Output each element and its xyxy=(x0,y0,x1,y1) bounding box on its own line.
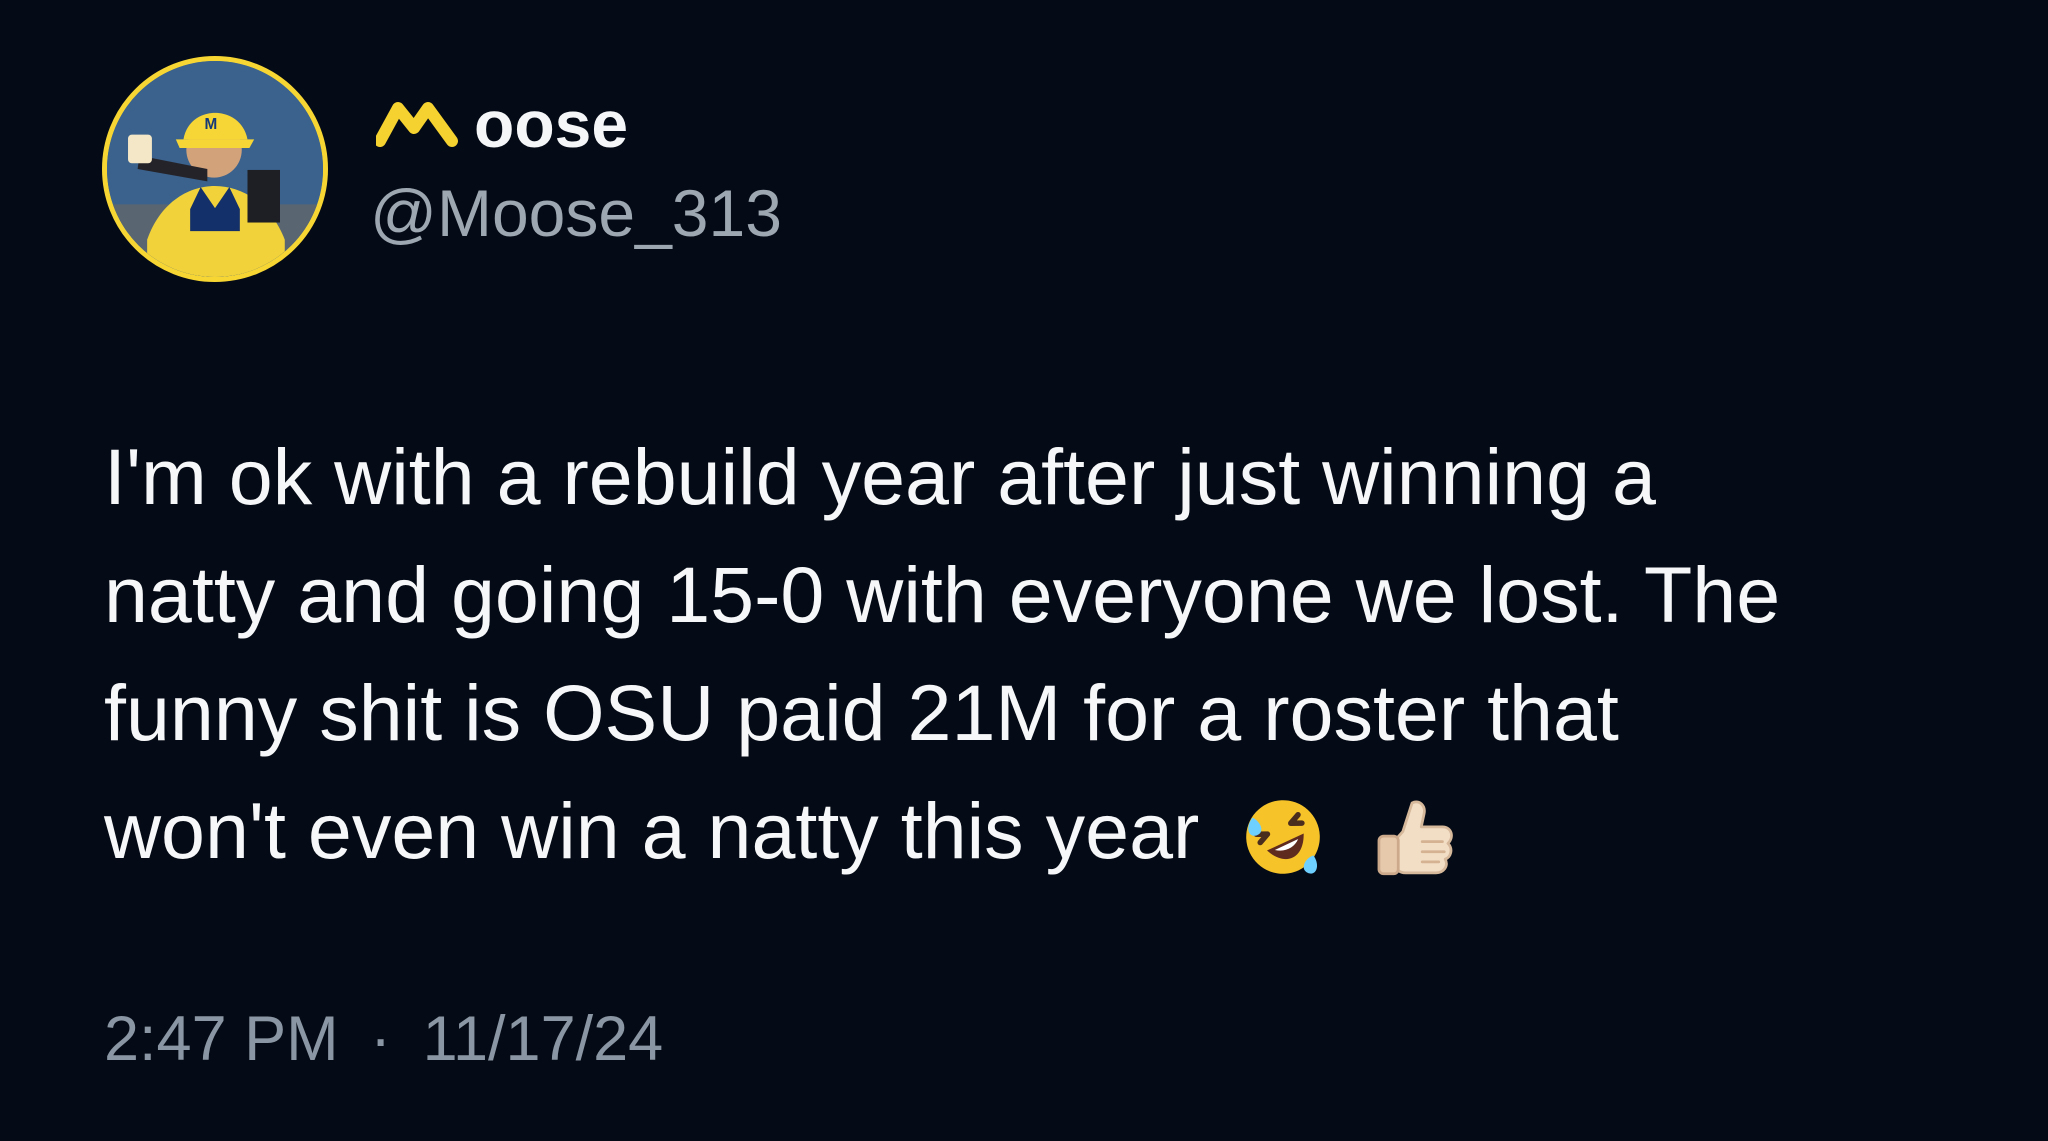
tweet-text-line: I'm ok with a rebuild year after just wi… xyxy=(104,432,1656,521)
tweet-text-line: natty and going 15-0 with everyone we lo… xyxy=(104,550,1781,639)
avatar-icon: M xyxy=(107,61,323,277)
block-m-logo-icon xyxy=(376,102,458,147)
display-name[interactable]: oose xyxy=(376,84,628,164)
avatar[interactable]: M xyxy=(102,56,328,282)
author-handle[interactable]: @Moose_313 xyxy=(370,180,782,246)
timestamp-separator: · xyxy=(370,1004,392,1074)
tweet-text-final-line: won't even win a natty this year xyxy=(104,772,1974,890)
rolling-on-floor-laughing-icon xyxy=(1237,791,1329,883)
display-name-text: oose xyxy=(474,87,629,161)
svg-text:M: M xyxy=(204,116,217,133)
tweet-time: 2:47 PM xyxy=(104,1004,339,1074)
tweet-date: 11/17/24 xyxy=(422,1004,664,1074)
thumbs-up-icon xyxy=(1367,791,1459,883)
tweet-text: I'm ok with a rebuild year after just wi… xyxy=(104,418,1974,890)
tweet-timestamp[interactable]: 2:47 PM · 11/17/24 xyxy=(104,1008,663,1071)
tweet-card: M oose @Moose_313 I'm ok with a rebuild … xyxy=(0,0,2048,1141)
tweet-text-line: won't even win a natty this year xyxy=(104,786,1200,875)
tweet-text-line: funny shit is OSU paid 21M for a roster … xyxy=(104,668,1619,757)
